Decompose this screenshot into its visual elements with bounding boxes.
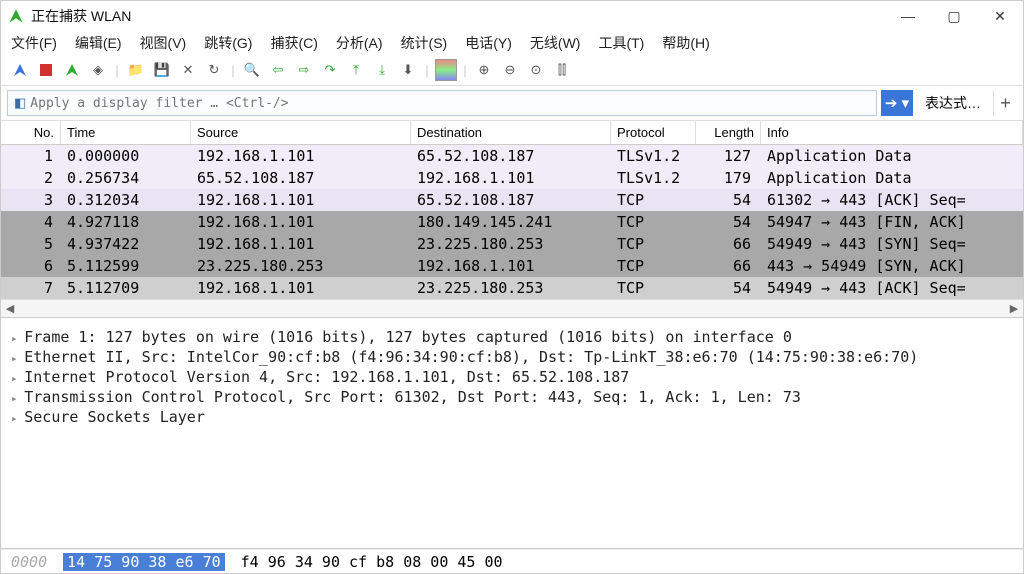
packet-row[interactable]: 30.312034192.168.1.10165.52.108.187TCP54… — [1, 189, 1023, 211]
separator: | — [461, 59, 469, 81]
resize-columns-icon[interactable]: ⫿⫿ — [551, 59, 573, 81]
apply-filter-button[interactable]: ➔ ▾ — [881, 90, 913, 116]
packet-row[interactable]: 44.927118192.168.1.101180.149.145.241TCP… — [1, 211, 1023, 233]
zoom-reset-icon[interactable]: ⊙ — [525, 59, 547, 81]
detail-line[interactable]: Secure Sockets Layer — [11, 408, 1013, 426]
find-icon[interactable]: 🔍 — [241, 59, 263, 81]
separator: | — [113, 59, 121, 81]
autoscroll-icon[interactable]: ⬇ — [397, 59, 419, 81]
packet-rows: 10.000000192.168.1.10165.52.108.187TLSv1… — [1, 145, 1023, 299]
menu-capture[interactable]: 捕获(C) — [270, 33, 317, 53]
detail-line[interactable]: Frame 1: 127 bytes on wire (1016 bits), … — [11, 328, 1013, 346]
packet-list: No. Time Source Destination Protocol Len… — [1, 121, 1023, 318]
maximize-button[interactable]: ▢ — [931, 1, 977, 31]
col-info[interactable]: Info — [761, 121, 1023, 144]
scroll-track[interactable] — [19, 302, 1005, 316]
toolbar: ◈ | 📁 💾 ✕ ↻ | 🔍 ⇦ ⇨ ↷ ⤒ ⤓ ⬇ | | ⊕ ⊖ ⊙ ⫿⫿ — [1, 57, 1023, 86]
col-source[interactable]: Source — [191, 121, 411, 144]
go-forward-icon[interactable]: ⇨ — [293, 59, 315, 81]
menu-help[interactable]: 帮助(H) — [662, 33, 709, 53]
packet-row[interactable]: 54.937422192.168.1.10123.225.180.253TCP6… — [1, 233, 1023, 255]
menu-statistics[interactable]: 统计(S) — [401, 33, 448, 53]
packet-details: Frame 1: 127 bytes on wire (1016 bits), … — [1, 318, 1023, 549]
separator: | — [229, 59, 237, 81]
col-length[interactable]: Length — [696, 121, 761, 144]
reload-icon[interactable]: ↻ — [203, 59, 225, 81]
scroll-left-icon[interactable]: ◀ — [1, 302, 19, 315]
packet-row[interactable]: 75.112709192.168.1.10123.225.180.253TCP5… — [1, 277, 1023, 299]
first-packet-icon[interactable]: ⤒ — [345, 59, 367, 81]
menu-view[interactable]: 视图(V) — [140, 33, 187, 53]
zoom-out-icon[interactable]: ⊖ — [499, 59, 521, 81]
hex-selected[interactable]: 14 75 90 38 e6 70 — [63, 553, 225, 571]
stop-capture-icon[interactable] — [35, 59, 57, 81]
separator: | — [423, 59, 431, 81]
col-time[interactable]: Time — [61, 121, 191, 144]
menu-goto[interactable]: 跳转(G) — [204, 33, 252, 53]
packet-row[interactable]: 20.25673465.52.108.187192.168.1.101TLSv1… — [1, 167, 1023, 189]
window-title: 正在捕获 WLAN — [31, 6, 131, 26]
filter-bar: ◧ ➔ ▾ 表达式… + — [1, 86, 1023, 121]
colorize-icon[interactable] — [435, 59, 457, 81]
hex-bytes: f4 96 34 90 cf b8 08 00 45 00 — [241, 553, 503, 571]
app-logo-icon — [7, 7, 25, 25]
menu-telephony[interactable]: 电话(Y) — [465, 33, 512, 53]
display-filter-input[interactable] — [30, 96, 870, 111]
zoom-in-icon[interactable]: ⊕ — [473, 59, 495, 81]
last-packet-icon[interactable]: ⤓ — [371, 59, 393, 81]
goto-packet-icon[interactable]: ↷ — [319, 59, 341, 81]
packet-row[interactable]: 10.000000192.168.1.10165.52.108.187TLSv1… — [1, 145, 1023, 167]
options-icon[interactable]: ◈ — [87, 59, 109, 81]
start-capture-icon[interactable] — [9, 59, 31, 81]
expression-button[interactable]: 表达式… — [917, 90, 989, 116]
menu-wireless[interactable]: 无线(W) — [530, 33, 581, 53]
detail-line[interactable]: Transmission Control Protocol, Src Port:… — [11, 388, 1013, 406]
col-destination[interactable]: Destination — [411, 121, 611, 144]
col-protocol[interactable]: Protocol — [611, 121, 696, 144]
packet-list-header: No. Time Source Destination Protocol Len… — [1, 121, 1023, 145]
add-filter-button[interactable]: + — [993, 90, 1017, 116]
menu-edit[interactable]: 编辑(E) — [75, 33, 122, 53]
scroll-right-icon[interactable]: ▶ — [1005, 302, 1023, 315]
go-back-icon[interactable]: ⇦ — [267, 59, 289, 81]
menu-tools[interactable]: 工具(T) — [598, 33, 644, 53]
open-file-icon[interactable]: 📁 — [125, 59, 147, 81]
menu-file[interactable]: 文件(F) — [11, 33, 57, 53]
display-filter-input-wrap[interactable]: ◧ — [7, 90, 877, 116]
menubar: 文件(F) 编辑(E) 视图(V) 跳转(G) 捕获(C) 分析(A) 统计(S… — [1, 31, 1023, 57]
restart-capture-icon[interactable] — [61, 59, 83, 81]
menu-analyze[interactable]: 分析(A) — [336, 33, 383, 53]
hex-view: 0000 14 75 90 38 e6 70 f4 96 34 90 cf b8… — [1, 549, 1023, 573]
detail-line[interactable]: Internet Protocol Version 4, Src: 192.16… — [11, 368, 1013, 386]
packet-row[interactable]: 65.11259923.225.180.253192.168.1.101TCP6… — [1, 255, 1023, 277]
horizontal-scrollbar[interactable]: ◀ ▶ — [1, 299, 1023, 317]
close-button[interactable]: ✕ — [977, 1, 1023, 31]
window-buttons: — ▢ ✕ — [885, 1, 1023, 31]
col-no[interactable]: No. — [1, 121, 61, 144]
bookmark-icon[interactable]: ◧ — [14, 95, 26, 111]
minimize-button[interactable]: — — [885, 1, 931, 31]
hex-offset: 0000 — [11, 553, 47, 571]
detail-line[interactable]: Ethernet II, Src: IntelCor_90:cf:b8 (f4:… — [11, 348, 1013, 366]
titlebar: 正在捕获 WLAN — ▢ ✕ — [1, 1, 1023, 31]
save-file-icon[interactable]: 💾 — [151, 59, 173, 81]
close-file-icon[interactable]: ✕ — [177, 59, 199, 81]
